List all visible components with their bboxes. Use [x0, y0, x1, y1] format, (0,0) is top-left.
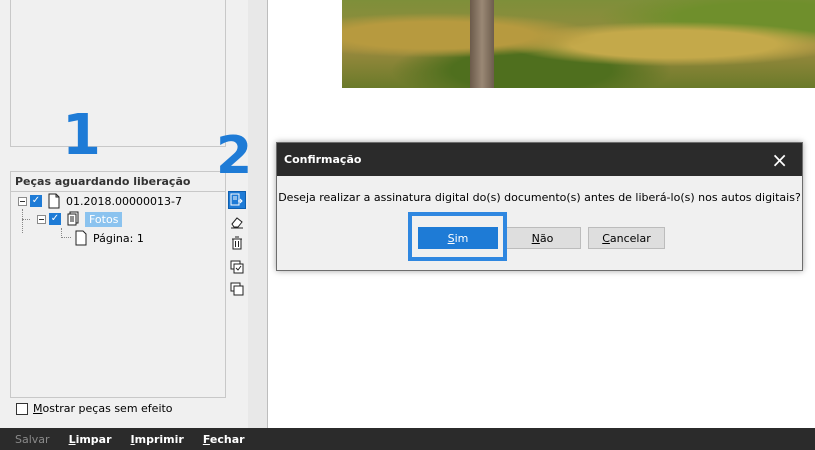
page-icon	[75, 230, 87, 246]
side-toolbar	[226, 0, 248, 428]
collapse-icon[interactable]	[37, 214, 46, 224]
checkbox-process[interactable]: ✓	[30, 195, 42, 207]
copy-window-button[interactable]	[228, 280, 246, 298]
check-window-button[interactable]	[228, 258, 246, 276]
page-label: Página: 1	[93, 231, 144, 245]
copy-window-icon	[230, 282, 244, 296]
eraser-icon	[231, 217, 243, 229]
delete-button[interactable]	[228, 234, 246, 252]
preview-pane	[10, 0, 226, 147]
imprimir-button[interactable]: Imprimir	[131, 433, 184, 446]
dialog-titlebar: Confirmação ×	[277, 143, 802, 176]
fechar-button[interactable]: Fechar	[203, 433, 245, 446]
nao-button[interactable]: Não	[504, 227, 581, 249]
pending-pieces-panel: Peças aguardando liberação ✓ 01.2018.000…	[10, 171, 226, 398]
pending-pieces-header: Peças aguardando liberação	[11, 172, 225, 192]
check-window-icon	[230, 260, 244, 274]
limpar-button[interactable]: Limpar	[69, 433, 112, 446]
photo-preview	[342, 0, 815, 88]
checkbox-fotos[interactable]: ✓	[49, 213, 61, 225]
show-no-effect-checkbox[interactable]: Mostrar peças sem efeito	[16, 402, 173, 415]
document-icon	[48, 193, 60, 209]
process-number: 01.2018.00000013-7	[66, 194, 182, 208]
close-icon[interactable]: ×	[771, 150, 788, 170]
documents-stack-icon	[67, 211, 79, 226]
tree-node-fotos[interactable]: ✓ Fotos	[37, 210, 123, 228]
dialog-title: Confirmação	[284, 153, 362, 166]
trash-icon	[232, 236, 242, 250]
sign-release-icon	[230, 193, 243, 206]
tree-node-page[interactable]: Página: 1	[73, 229, 144, 247]
collapse-icon[interactable]	[18, 196, 27, 206]
cancelar-button[interactable]: Cancelar	[588, 227, 665, 249]
salvar-button[interactable]: Salvar	[15, 433, 50, 446]
eraser-button[interactable]	[228, 213, 246, 231]
photo-post	[470, 0, 494, 88]
sign-release-button[interactable]	[228, 191, 246, 209]
panel-splitter[interactable]	[248, 0, 268, 428]
bottom-action-bar: Salvar Limpar Imprimir Fechar	[0, 428, 815, 450]
fotos-label: Fotos	[85, 211, 123, 227]
tree-node-process[interactable]: ✓ 01.2018.00000013-7	[18, 192, 182, 210]
annotation-number-1: 1	[62, 103, 101, 168]
sim-button-highlight	[408, 212, 507, 261]
dialog-message: Deseja realizar a assinatura digital do(…	[278, 191, 801, 204]
left-panel: Peças aguardando liberação ✓ 01.2018.000…	[0, 0, 227, 428]
annotation-number-2: 2	[216, 126, 253, 186]
checkbox-box[interactable]	[16, 402, 28, 415]
show-no-effect-label: Mostrar peças sem efeito	[33, 402, 173, 415]
confirmation-dialog: Confirmação × Deseja realizar a assinatu…	[276, 142, 803, 271]
